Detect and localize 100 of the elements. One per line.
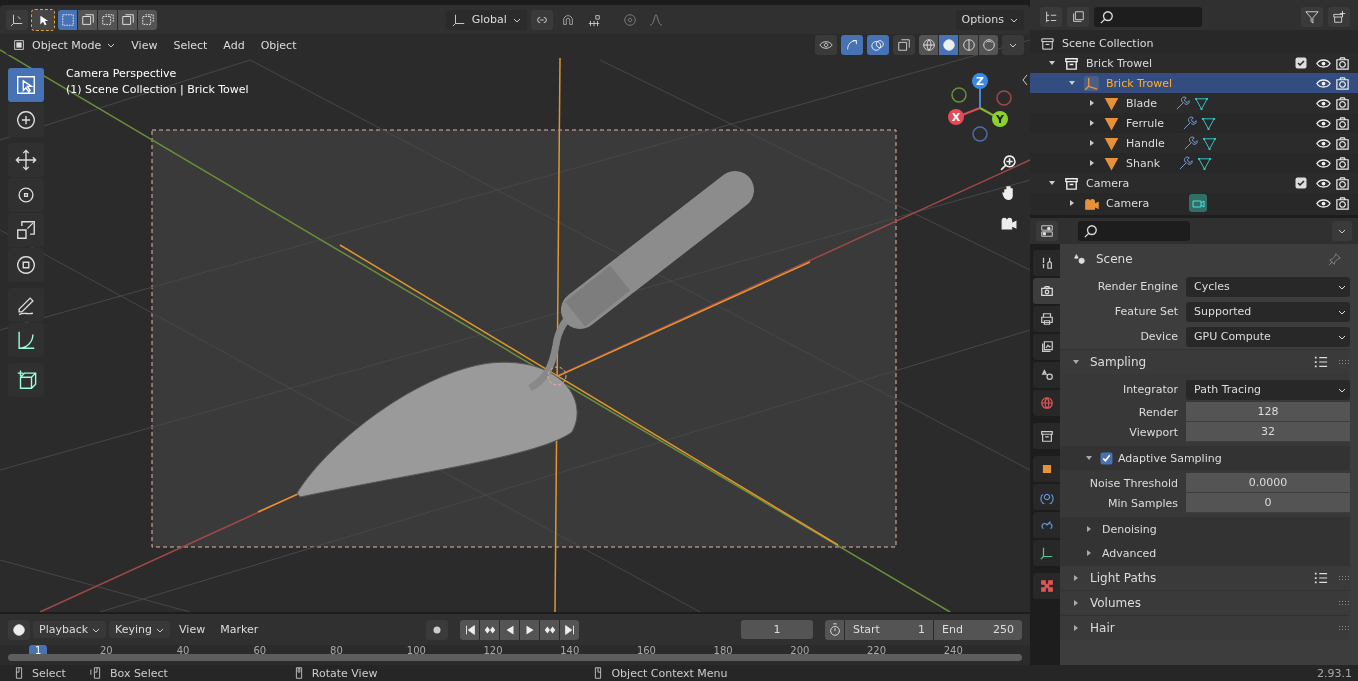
visibility-dropdown[interactable] — [815, 35, 837, 55]
overlay-toggle[interactable] — [867, 35, 889, 55]
shading-button[interactable] — [959, 35, 978, 55]
panel-title[interactable]: Sampling — [1090, 355, 1147, 369]
tool-button[interactable] — [8, 143, 44, 177]
properties-tab[interactable] — [1033, 362, 1060, 388]
previous-keyframe-button[interactable] — [480, 619, 500, 640]
pivot-button[interactable] — [530, 9, 553, 30]
expand-arrow-icon[interactable] — [1088, 119, 1096, 127]
dropdown[interactable]: Cycles — [1186, 276, 1350, 297]
properties-tab[interactable] — [1033, 484, 1060, 510]
expand-arrow-icon[interactable] — [1068, 199, 1076, 207]
wrench-icon[interactable] — [1182, 115, 1198, 131]
drag-handle-icon[interactable] — [1338, 625, 1350, 631]
expand-arrow-icon[interactable] — [1088, 139, 1096, 147]
menu-item[interactable]: View — [173, 621, 212, 638]
properties-tab[interactable] — [1033, 573, 1060, 599]
subpanel-title[interactable]: Denoising — [1102, 522, 1157, 536]
display-mode-button[interactable] — [1040, 7, 1062, 27]
tool-button[interactable] — [8, 363, 44, 397]
render-camera-icon[interactable] — [1335, 75, 1350, 91]
expand-arrow-icon[interactable] — [1072, 358, 1080, 366]
menu-item[interactable]: Select — [167, 36, 214, 54]
wrench-icon[interactable] — [1178, 155, 1194, 171]
select-tool-button[interactable] — [32, 9, 54, 30]
properties-tab[interactable] — [1033, 334, 1060, 360]
properties-tab[interactable] — [1033, 306, 1060, 332]
search-field[interactable] — [1078, 221, 1190, 241]
checkbox[interactable] — [1295, 57, 1307, 69]
jump-start-button[interactable] — [460, 619, 480, 640]
expand-arrow-icon[interactable] — [1088, 99, 1096, 107]
outliner-row[interactable]: Camera — [1030, 193, 1358, 213]
vertex-triangle-icon[interactable] — [1197, 155, 1213, 171]
render-camera-icon[interactable] — [1335, 195, 1350, 211]
menu-item[interactable]: View — [125, 36, 164, 54]
xray-toggle[interactable] — [893, 35, 915, 55]
render-camera-icon[interactable] — [1335, 95, 1350, 111]
gizmo-toggle[interactable] — [841, 35, 863, 55]
orientation-dropdown[interactable]: Global — [445, 9, 527, 30]
tool-button[interactable] — [8, 288, 44, 322]
tool-button[interactable] — [8, 213, 44, 247]
checkbox[interactable] — [1100, 451, 1113, 465]
tool-button[interactable] — [8, 68, 44, 102]
outliner-row[interactable]: Shank — [1030, 153, 1358, 173]
editor-type-button[interactable] — [1036, 221, 1058, 241]
play-reverse-button[interactable] — [500, 619, 520, 640]
shading-button[interactable] — [919, 35, 938, 55]
start-frame-field[interactable]: Start 1 — [845, 619, 933, 640]
dropdown[interactable]: Supported — [1186, 301, 1350, 322]
filter-view-button[interactable] — [1067, 7, 1089, 27]
panel-title[interactable]: Light Paths — [1090, 571, 1157, 585]
current-frame-field[interactable]: 1 — [741, 620, 813, 639]
editor-type-button[interactable] — [8, 619, 30, 640]
presets-list-icon[interactable] — [1314, 571, 1328, 585]
properties-tab[interactable] — [1033, 540, 1060, 566]
outliner-item[interactable]: Scene Collection — [1062, 36, 1154, 50]
tool-button[interactable] — [8, 323, 44, 357]
vertex-triangle-icon[interactable] — [1201, 115, 1217, 131]
select-mode-button[interactable] — [98, 9, 117, 30]
panel-title[interactable]: Volumes — [1090, 596, 1141, 610]
axis-gizmo[interactable]: X Y Z — [945, 71, 1025, 151]
expand-arrow-icon[interactable] — [1072, 599, 1080, 607]
tool-button[interactable] — [8, 248, 44, 282]
shading-button[interactable] — [939, 35, 958, 55]
properties-tab[interactable] — [1033, 250, 1060, 276]
presets-list-icon[interactable] — [1314, 355, 1328, 369]
new-collection-button[interactable] — [1328, 7, 1350, 27]
select-mode-button[interactable] — [118, 9, 137, 30]
drag-handle-icon[interactable] — [1338, 600, 1350, 606]
filter-button[interactable] — [1301, 7, 1323, 27]
render-camera-icon[interactable] — [1335, 175, 1350, 191]
expand-arrow-icon[interactable] — [1085, 454, 1093, 462]
menu-item[interactable]: Object — [254, 36, 303, 54]
vertex-triangle-icon[interactable] — [1194, 95, 1210, 111]
properties-tab[interactable] — [1033, 423, 1060, 449]
menu-item[interactable]: Keying — [109, 621, 171, 638]
shading-button[interactable] — [979, 35, 998, 55]
properties-tab[interactable] — [1033, 456, 1060, 482]
render-camera-icon[interactable] — [1335, 55, 1350, 71]
jump-end-button[interactable] — [560, 619, 580, 640]
expand-arrow-icon[interactable] — [1088, 159, 1096, 167]
menu-item[interactable]: Playback — [33, 621, 107, 638]
outliner-row[interactable]: Ferrule — [1030, 113, 1358, 133]
number-field[interactable]: 128 — [1186, 402, 1350, 422]
next-keyframe-button[interactable] — [540, 619, 560, 640]
expand-arrow-icon[interactable] — [1085, 525, 1093, 533]
render-camera-icon[interactable] — [1335, 135, 1350, 151]
editor-type-button[interactable] — [6, 9, 28, 30]
vertex-triangle-icon[interactable] — [1201, 135, 1217, 151]
tool-button[interactable] — [8, 178, 44, 212]
expand-arrow-icon[interactable] — [1048, 179, 1056, 187]
timeline-scrollbar[interactable] — [8, 654, 1022, 661]
wrench-icon[interactable] — [1175, 95, 1191, 111]
preview-range-button[interactable] — [825, 619, 844, 640]
outliner-row[interactable]: Brick Trowel — [1030, 73, 1358, 93]
pin-icon[interactable] — [1328, 252, 1342, 266]
number-field[interactable]: 0.0000 — [1186, 473, 1350, 493]
number-field[interactable]: 0 — [1186, 493, 1350, 513]
record-button[interactable] — [426, 619, 449, 640]
checkbox[interactable] — [1295, 177, 1307, 189]
